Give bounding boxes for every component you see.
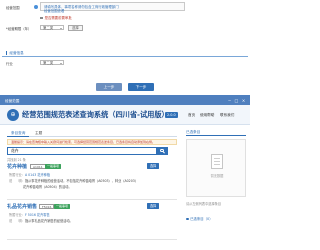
selected-hint: 请从左侧列表中选择条目	[186, 202, 222, 206]
empty-document-icon	[211, 154, 223, 169]
chevron-down-icon	[59, 27, 62, 29]
choose-button[interactable]: 选择	[68, 24, 83, 31]
tab-item-search[interactable]: 条目查询	[7, 129, 30, 137]
category-label: 所属行业：	[9, 173, 25, 177]
result-code: A1011	[30, 163, 46, 169]
industry-select[interactable]: 第二类	[40, 60, 64, 65]
form-row-label: 经营范围	[6, 6, 20, 10]
section-title-text: 经营信息	[9, 51, 24, 55]
category-label: 所属行业：	[9, 213, 25, 217]
search-button[interactable]	[157, 147, 168, 155]
desc-value: 指从事花卉种植的经营活动，不包括花卉种苗培育（A0503）、林业（A0203）	[24, 179, 138, 183]
selected-link-text: 已选条目（0）	[190, 217, 213, 221]
result-description-cont: 花卉种苗培育（A0504）的活动。	[23, 185, 72, 189]
system-title: 经营范围规范表述查询系统（四川省-试用版）	[22, 110, 169, 119]
nav-home[interactable]: 首页	[188, 113, 195, 118]
next-step-button[interactable]: 下一步	[128, 83, 154, 91]
result-name[interactable]: 礼品花卉销售	[7, 203, 37, 210]
selected-header: 已选条目	[186, 129, 246, 136]
result-code: F5016	[39, 203, 55, 209]
category-value: A 0143 花卉种植	[24, 173, 51, 177]
scope-hint-box[interactable]: 请填写具体，事项名称请勿包含工商行政管理部门 经营范围查看	[40, 2, 185, 13]
system-logo-icon: ⊕	[7, 109, 19, 121]
result-category: 所属行业：F 5016 花卉零售	[9, 212, 50, 217]
industry-label: 行业	[6, 62, 13, 66]
desc-label: 说 明：	[9, 179, 25, 183]
result-description: 说 明：指从事礼品花卉销售的经营活动。	[9, 218, 73, 223]
checkbox-icon[interactable]	[40, 16, 43, 20]
section-title: 经营信息	[2, 50, 248, 57]
tab-topic[interactable]: 主题	[31, 129, 46, 137]
search-tabs: 条目查询 主题	[7, 129, 177, 137]
minimize-icon[interactable]: −	[227, 98, 232, 103]
term-label: *经营期限（年）	[6, 27, 32, 31]
search-input[interactable]	[7, 147, 157, 155]
scope-modal: 经营范围 − □ × ⊕ 经营范围规范表述查询系统（四川省-试用版） 2.0.0…	[0, 95, 250, 250]
checkbox-label: 是否需要前置审批	[44, 16, 72, 20]
section-mark-icon	[6, 51, 8, 55]
chevron-down-icon	[59, 62, 62, 64]
select-button[interactable]: 选择	[147, 203, 159, 209]
search-panel: 条目查询 主题 温馨提示：请在查询框中输入关键词进行检索，可选择经营范围规范表述…	[7, 129, 177, 250]
info-icon	[34, 5, 38, 9]
term-select[interactable]: 第二类	[40, 25, 64, 30]
nav-help[interactable]: 使用帮助	[200, 113, 214, 118]
selected-panel: 已选条目 暂无数据 请从左侧列表中选择条目 已选条目（0）	[186, 129, 246, 250]
notice-bar: 温馨提示：请在查询框中输入关键词进行检索，可选择经营范围规范表述条目，已选条目将…	[7, 139, 177, 145]
result-category: 所属行业：A 0143 花卉种植	[9, 172, 50, 177]
desc-label: 说 明：	[9, 219, 25, 223]
result-description: 说 明：指从事花卉种植的经营活动，不包括花卉种苗培育（A0503）、林业（A02…	[9, 178, 138, 183]
prev-step-button[interactable]: 上一步	[96, 83, 122, 91]
system-header: ⊕ 经营范围规范表述查询系统（四川省-试用版） 2.0.0 首页 使用帮助 联系…	[0, 105, 250, 125]
select-button[interactable]: 选择	[147, 163, 159, 169]
pre-approval-checkbox[interactable]: 是否需要前置审批	[40, 15, 72, 20]
status-badge: 一般事项	[45, 163, 62, 169]
close-icon[interactable]: ×	[241, 98, 246, 103]
category-value: F 5016 花卉零售	[24, 213, 50, 217]
dot-icon	[186, 217, 189, 221]
result-name[interactable]: 花卉种植	[7, 163, 27, 170]
term-select-value: 第二类	[43, 26, 54, 30]
empty-text: 暂无数据	[210, 174, 224, 178]
list-item: 花卉种植 A1011 一般事项 选择 所属行业：A 0143 花卉种植 说 明：…	[7, 162, 177, 200]
maximize-icon[interactable]: □	[234, 98, 239, 103]
desc-value: 指从事礼品花卉销售的经营活动。	[24, 219, 73, 223]
modal-title: 经营范围	[5, 98, 20, 103]
industry-select-value: 第二类	[43, 61, 54, 65]
selected-link[interactable]: 已选条目（0）	[186, 216, 213, 221]
modal-titlebar[interactable]: 经营范围 − □ ×	[0, 96, 250, 105]
selected-box: 暂无数据	[186, 139, 246, 197]
list-item: 礼品花卉销售 F5016 一般事项 选择 所属行业：F 5016 花卉零售 说 …	[7, 202, 177, 240]
status-badge: 一般事项	[54, 203, 71, 209]
version-badge: 2.0.0	[165, 112, 178, 118]
scope-hint-link[interactable]: 经营范围查看	[44, 8, 64, 13]
nav-contact[interactable]: 联系我们	[220, 113, 234, 118]
